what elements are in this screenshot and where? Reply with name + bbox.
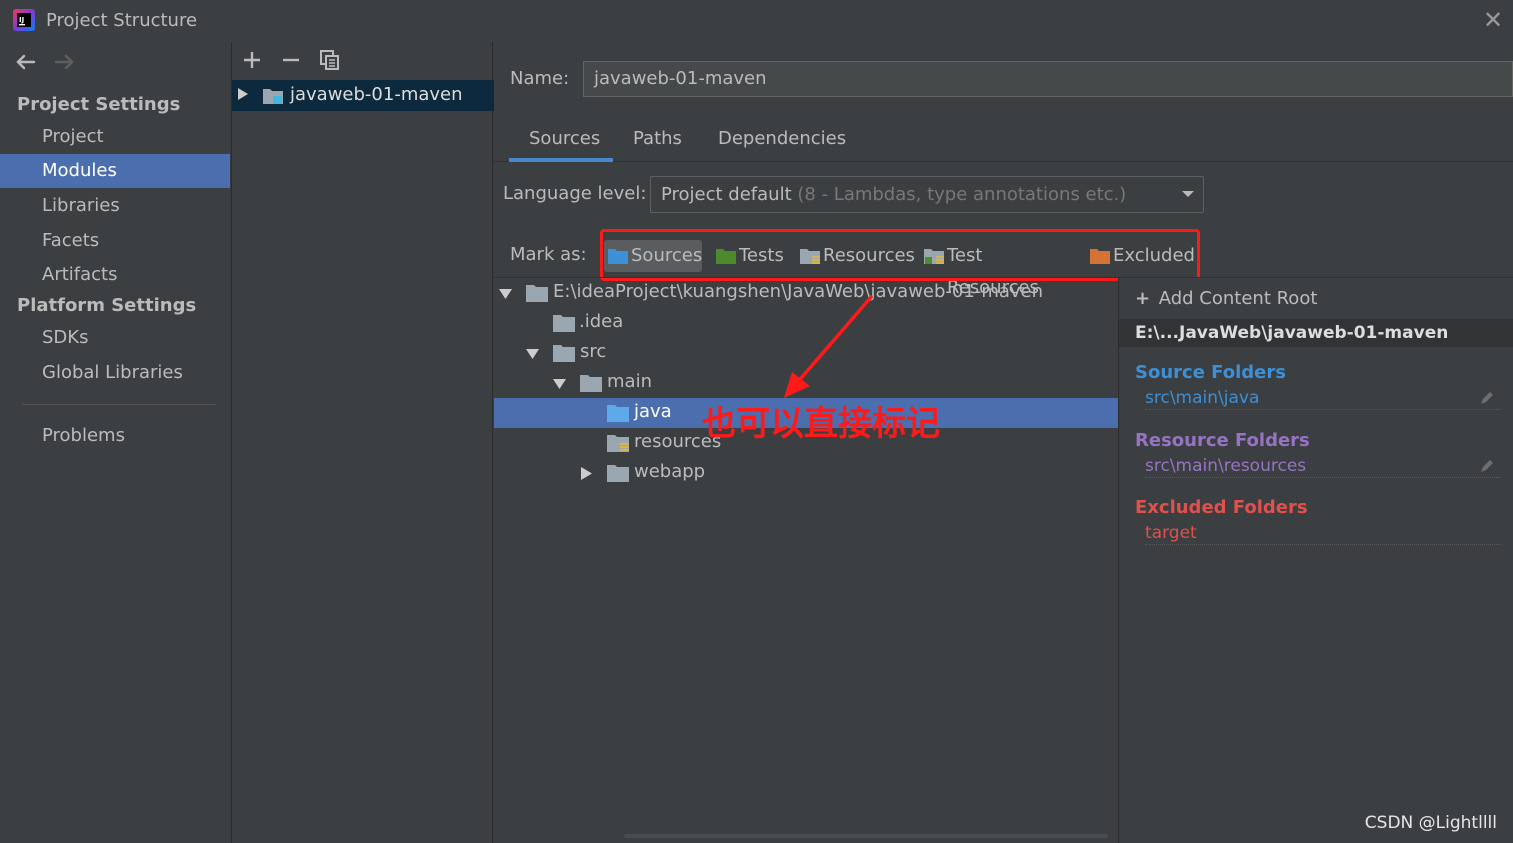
folder-icon xyxy=(607,465,629,482)
source-folder-entry[interactable]: src\main\java xyxy=(1145,388,1501,410)
module-toolbar xyxy=(232,42,494,78)
window-title: Project Structure xyxy=(46,10,198,31)
edit-icon[interactable] xyxy=(1479,390,1495,406)
expanded-arrow-icon[interactable] xyxy=(499,287,512,300)
module-name-field[interactable]: javaweb-01-maven xyxy=(583,61,1513,97)
nav-item-facets[interactable]: Facets xyxy=(0,224,230,258)
expanded-arrow-icon[interactable] xyxy=(526,347,539,360)
annotation-highlight-box xyxy=(600,229,1200,281)
arrow-right-icon[interactable] xyxy=(50,48,78,76)
tree-label: webapp xyxy=(634,461,706,482)
module-name: javaweb-01-maven xyxy=(290,84,463,105)
tree-label: src xyxy=(580,341,607,362)
language-level-value: Project default xyxy=(661,184,792,205)
settings-navigation: Project Settings Project Modules Librari… xyxy=(0,42,230,843)
tree-row[interactable]: webapp xyxy=(494,458,1118,488)
platform-settings-header: Platform Settings xyxy=(17,295,197,316)
module-folder-icon xyxy=(263,89,283,104)
language-level-label: Language level: xyxy=(503,183,647,204)
add-content-root-button[interactable]: + Add Content Root xyxy=(1135,288,1317,309)
excluded-folder-entry[interactable]: target xyxy=(1145,523,1501,545)
language-level-select[interactable]: Project default (8 - Lambdas, type annot… xyxy=(650,176,1204,213)
add-icon[interactable] xyxy=(240,48,264,72)
content-root-path[interactable]: E:\...JavaWeb\javaweb-01-maven xyxy=(1119,319,1513,347)
tree-label: main xyxy=(607,371,652,392)
module-tabs: Sources Paths Dependencies xyxy=(494,122,1513,162)
module-settings-panel: Name: javaweb-01-maven Sources Paths Dep… xyxy=(494,42,1513,843)
nav-item-artifacts[interactable]: Artifacts xyxy=(0,258,230,292)
folder-icon xyxy=(553,315,575,332)
horizontal-scrollbar[interactable] xyxy=(624,834,1108,838)
resource-folders-heading: Resource Folders xyxy=(1135,430,1310,451)
nav-item-libraries[interactable]: Libraries xyxy=(0,189,230,223)
tree-label: java xyxy=(634,401,672,422)
nav-item-global-libraries[interactable]: Global Libraries xyxy=(0,356,230,390)
project-settings-header: Project Settings xyxy=(17,94,181,115)
tab-paths[interactable]: Paths xyxy=(633,128,682,149)
svg-text:IJ: IJ xyxy=(19,16,24,24)
folder-icon xyxy=(580,375,602,392)
add-content-root-label: Add Content Root xyxy=(1158,288,1318,309)
module-list-panel: javaweb-01-maven xyxy=(231,42,494,843)
nav-divider xyxy=(22,404,216,405)
resource-folder-icon xyxy=(607,435,629,452)
collapsed-arrow-icon[interactable] xyxy=(580,467,593,480)
annotation-arrow-icon xyxy=(784,294,874,398)
source-folders-heading: Source Folders xyxy=(1135,362,1286,383)
expand-arrow-icon[interactable] xyxy=(236,87,250,101)
mark-as-label: Mark as: xyxy=(510,244,587,265)
nav-item-sdks[interactable]: SDKs xyxy=(0,321,230,355)
expanded-arrow-icon[interactable] xyxy=(553,377,566,390)
nav-item-problems[interactable]: Problems xyxy=(0,419,230,453)
title-bar: IJ Project Structure ✕ xyxy=(0,0,1513,42)
active-tab-indicator xyxy=(509,158,613,162)
excluded-folder-path: target xyxy=(1145,523,1197,543)
arrow-left-icon[interactable] xyxy=(12,48,40,76)
annotation-text: 也可以直接标记 xyxy=(702,404,940,444)
remove-icon[interactable] xyxy=(279,48,303,72)
history-navigation xyxy=(12,48,92,76)
edit-icon[interactable] xyxy=(1479,458,1495,474)
name-label: Name: xyxy=(510,68,570,89)
chevron-down-icon xyxy=(1182,191,1194,197)
nav-item-modules[interactable]: Modules xyxy=(0,154,230,188)
nav-item-project[interactable]: Project xyxy=(0,120,230,154)
language-level-hint: (8 - Lambdas, type annotations etc.) xyxy=(797,184,1127,205)
folder-icon xyxy=(553,345,575,362)
source-folder-path: src\main\java xyxy=(1145,388,1260,408)
watermark: CSDN @Lightllll xyxy=(1364,813,1497,833)
intellij-icon: IJ xyxy=(13,9,35,31)
tab-sources[interactable]: Sources xyxy=(529,128,600,149)
source-folder-icon xyxy=(607,405,629,422)
add-icon: + xyxy=(1135,288,1151,309)
content-root-panel: + Add Content Root E:\...JavaWeb\javaweb… xyxy=(1118,277,1513,843)
module-item[interactable]: javaweb-01-maven xyxy=(232,80,494,111)
copy-icon[interactable] xyxy=(318,48,342,72)
resource-folder-path: src\main\resources xyxy=(1145,456,1307,476)
excluded-folders-heading: Excluded Folders xyxy=(1135,497,1308,518)
tree-label: .idea xyxy=(579,311,624,332)
folder-icon xyxy=(526,285,548,302)
resource-folder-entry[interactable]: src\main\resources xyxy=(1145,456,1501,478)
tab-dependencies[interactable]: Dependencies xyxy=(718,128,846,149)
close-icon[interactable]: ✕ xyxy=(1481,8,1505,32)
